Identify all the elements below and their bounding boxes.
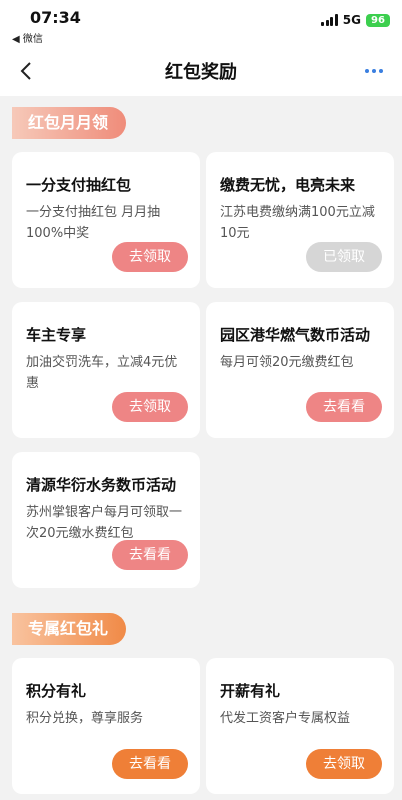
view-button[interactable]: 去看看	[112, 540, 188, 570]
back-to-wechat-link[interactable]: ◀ 微信	[12, 30, 43, 45]
status-bar: 07:34 ◀ 微信 5G 96	[0, 0, 402, 46]
signal-icon	[321, 14, 338, 26]
card-title: 车主专享	[26, 326, 87, 344]
card-title: 开薪有礼	[220, 682, 281, 700]
card-desc: 江苏电费缴纳满100元立减10元	[220, 205, 375, 241]
card-one-cent-lottery[interactable]: 一分支付抽红包 一分支付抽红包 月月抽100%中奖 去领取	[12, 152, 200, 288]
claimed-button[interactable]: 已领取	[306, 242, 382, 272]
card-desc: 每月可领20元缴费红包	[220, 355, 354, 370]
status-indicators: 5G 96	[321, 12, 390, 28]
view-button[interactable]: 去看看	[112, 749, 188, 779]
navigation-bar: 红包奖励	[0, 46, 402, 96]
card-gas-digital-currency[interactable]: 园区港华燃气数币活动 每月可领20元缴费红包 去看看	[206, 302, 394, 438]
card-title: 缴费无忧，电亮未来	[220, 176, 356, 194]
card-water-digital-currency[interactable]: 清源华衍水务数币活动 苏州掌银客户每月可领取一次20元缴水费红包 去看看	[12, 452, 200, 588]
card-salary-gift[interactable]: 开薪有礼 代发工资客户专属权益 去领取	[206, 658, 394, 794]
card-title: 园区港华燃气数币活动	[220, 326, 371, 344]
card-desc: 加油交罚洗车，立减4元优惠	[26, 355, 178, 391]
card-desc: 代发工资客户专属权益	[220, 711, 351, 726]
card-car-owner[interactable]: 车主专享 加油交罚洗车，立减4元优惠 去领取	[12, 302, 200, 438]
more-options-button[interactable]	[360, 60, 388, 82]
section-tag-exclusive-redpacket: 专属红包礼	[12, 613, 127, 645]
card-desc: 苏州掌银客户每月可领取一次20元缴水费红包	[26, 505, 183, 541]
network-type: 5G	[342, 13, 361, 27]
page-title: 红包奖励	[165, 62, 237, 83]
card-desc: 积分兑换，尊享服务	[26, 711, 144, 726]
status-time: 07:34	[30, 8, 81, 27]
claim-button[interactable]: 去领取	[306, 749, 382, 779]
card-points-gift[interactable]: 积分有礼 积分兑换，尊享服务 去看看	[12, 658, 200, 794]
section-tag-monthly-redpacket: 红包月月领	[12, 107, 127, 139]
card-title: 积分有礼	[26, 682, 87, 700]
card-electricity-bill[interactable]: 缴费无忧，电亮未来 江苏电费缴纳满100元立减10元 已领取	[206, 152, 394, 288]
card-title: 一分支付抽红包	[26, 176, 132, 194]
card-desc: 一分支付抽红包 月月抽100%中奖	[26, 205, 161, 241]
claim-button[interactable]: 去领取	[112, 392, 188, 422]
more-dots-icon	[365, 69, 369, 73]
battery-icon: 96	[366, 13, 390, 27]
view-button[interactable]: 去看看	[306, 392, 382, 422]
claim-button[interactable]: 去领取	[112, 242, 188, 272]
card-title: 清源华衍水务数币活动	[26, 476, 177, 494]
